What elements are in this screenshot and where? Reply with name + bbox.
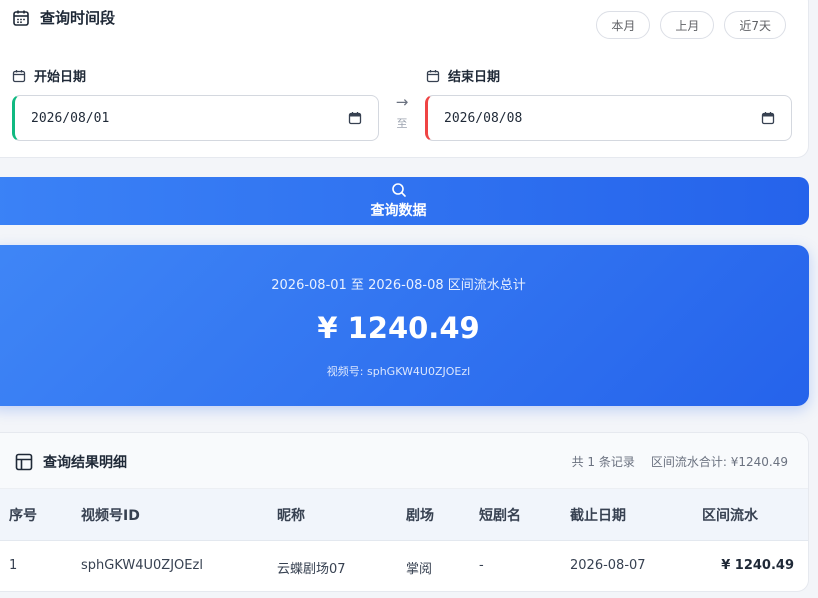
cell-account-id: sphGKW4U0ZJOEzl: [81, 558, 203, 573]
record-count: 共 1 条记录: [571, 455, 635, 469]
result-title: 查询结果明细: [43, 455, 127, 471]
cell-theater: 掌阅: [406, 562, 433, 577]
summary-range-text: 2026-08-01 至 2026-08-08 区间流水总计: [271, 278, 526, 293]
column-header[interactable]: 区间流水: [702, 505, 758, 525]
result-title-wrap: 查询结果明细: [15, 452, 127, 472]
column-header[interactable]: 昵称: [277, 505, 305, 525]
summary-card: 2026-08-01 至 2026-08-08 区间流水总计 ¥ 1240.49…: [0, 245, 809, 406]
start-date-label: 开始日期: [12, 66, 86, 85]
date-range-card: 查询时间段 本月 上月 近7天 开始日期 2026/08/01 → 至 结束日期…: [0, 0, 809, 158]
cell-range-flow: ¥ 1240.49: [721, 558, 794, 573]
result-header: 查询结果明细 共 1 条记录 区间流水合计: ¥1240.49: [0, 433, 808, 489]
search-button-label: 查询数据: [370, 202, 427, 218]
column-header[interactable]: 短剧名: [479, 505, 521, 525]
range-header: 查询时间段: [12, 7, 115, 28]
range-total: 区间流水合计: ¥1240.49: [650, 455, 788, 469]
last-month-button[interactable]: 上月: [660, 11, 715, 39]
column-header[interactable]: 剧场: [406, 505, 434, 525]
start-date-value: 2026/08/01: [31, 110, 110, 126]
cell-nickname: 云蝶剧场07: [277, 562, 346, 577]
summary-total-amount: ¥ 1240.49: [317, 311, 480, 345]
column-header[interactable]: 视频号ID: [81, 505, 140, 525]
date-separator: → 至: [395, 93, 409, 130]
result-card: 查询结果明细 共 1 条记录 区间流水合计: ¥1240.49 序号 视频号ID…: [0, 432, 809, 592]
last-7-days-button[interactable]: 近7天: [724, 11, 786, 39]
end-date-input[interactable]: 2026/08/08: [425, 95, 792, 141]
table-header: 序号 视频号ID 昵称 剧场 短剧名 截止日期 区间流水: [0, 489, 808, 541]
search-button[interactable]: 查询数据: [0, 177, 809, 225]
end-date-label: 结束日期: [426, 66, 500, 85]
table-icon: [15, 453, 33, 471]
calendar-icon: [12, 9, 30, 27]
calendar-icon: [12, 69, 26, 83]
result-meta: 共 1 条记录 区间流水合计: ¥1240.49: [572, 453, 788, 470]
summary-account: 视频号: sphGKW4U0ZJOEzl: [326, 365, 471, 378]
calendar-picker-icon[interactable]: [348, 111, 362, 125]
range-title: 查询时间段: [40, 9, 116, 27]
search-icon: [391, 182, 407, 198]
quick-range-buttons: 本月 上月 近7天: [596, 11, 786, 39]
end-date-value: 2026/08/08: [444, 110, 523, 126]
table-row[interactable]: 1 sphGKW4U0ZJOEzl 云蝶剧场07 掌阅 - 2026-08-07…: [0, 541, 808, 591]
cell-drama-name: -: [479, 558, 484, 573]
this-month-button[interactable]: 本月: [596, 11, 651, 39]
column-header[interactable]: 截止日期: [570, 505, 626, 525]
start-date-input[interactable]: 2026/08/01: [12, 95, 379, 141]
cell-index: 1: [9, 558, 18, 573]
calendar-picker-icon[interactable]: [761, 111, 775, 125]
cell-cutoff-date: 2026-08-07: [570, 558, 646, 573]
arrow-right-icon: →: [395, 93, 409, 111]
column-header[interactable]: 序号: [9, 505, 37, 525]
calendar-icon: [426, 69, 440, 83]
